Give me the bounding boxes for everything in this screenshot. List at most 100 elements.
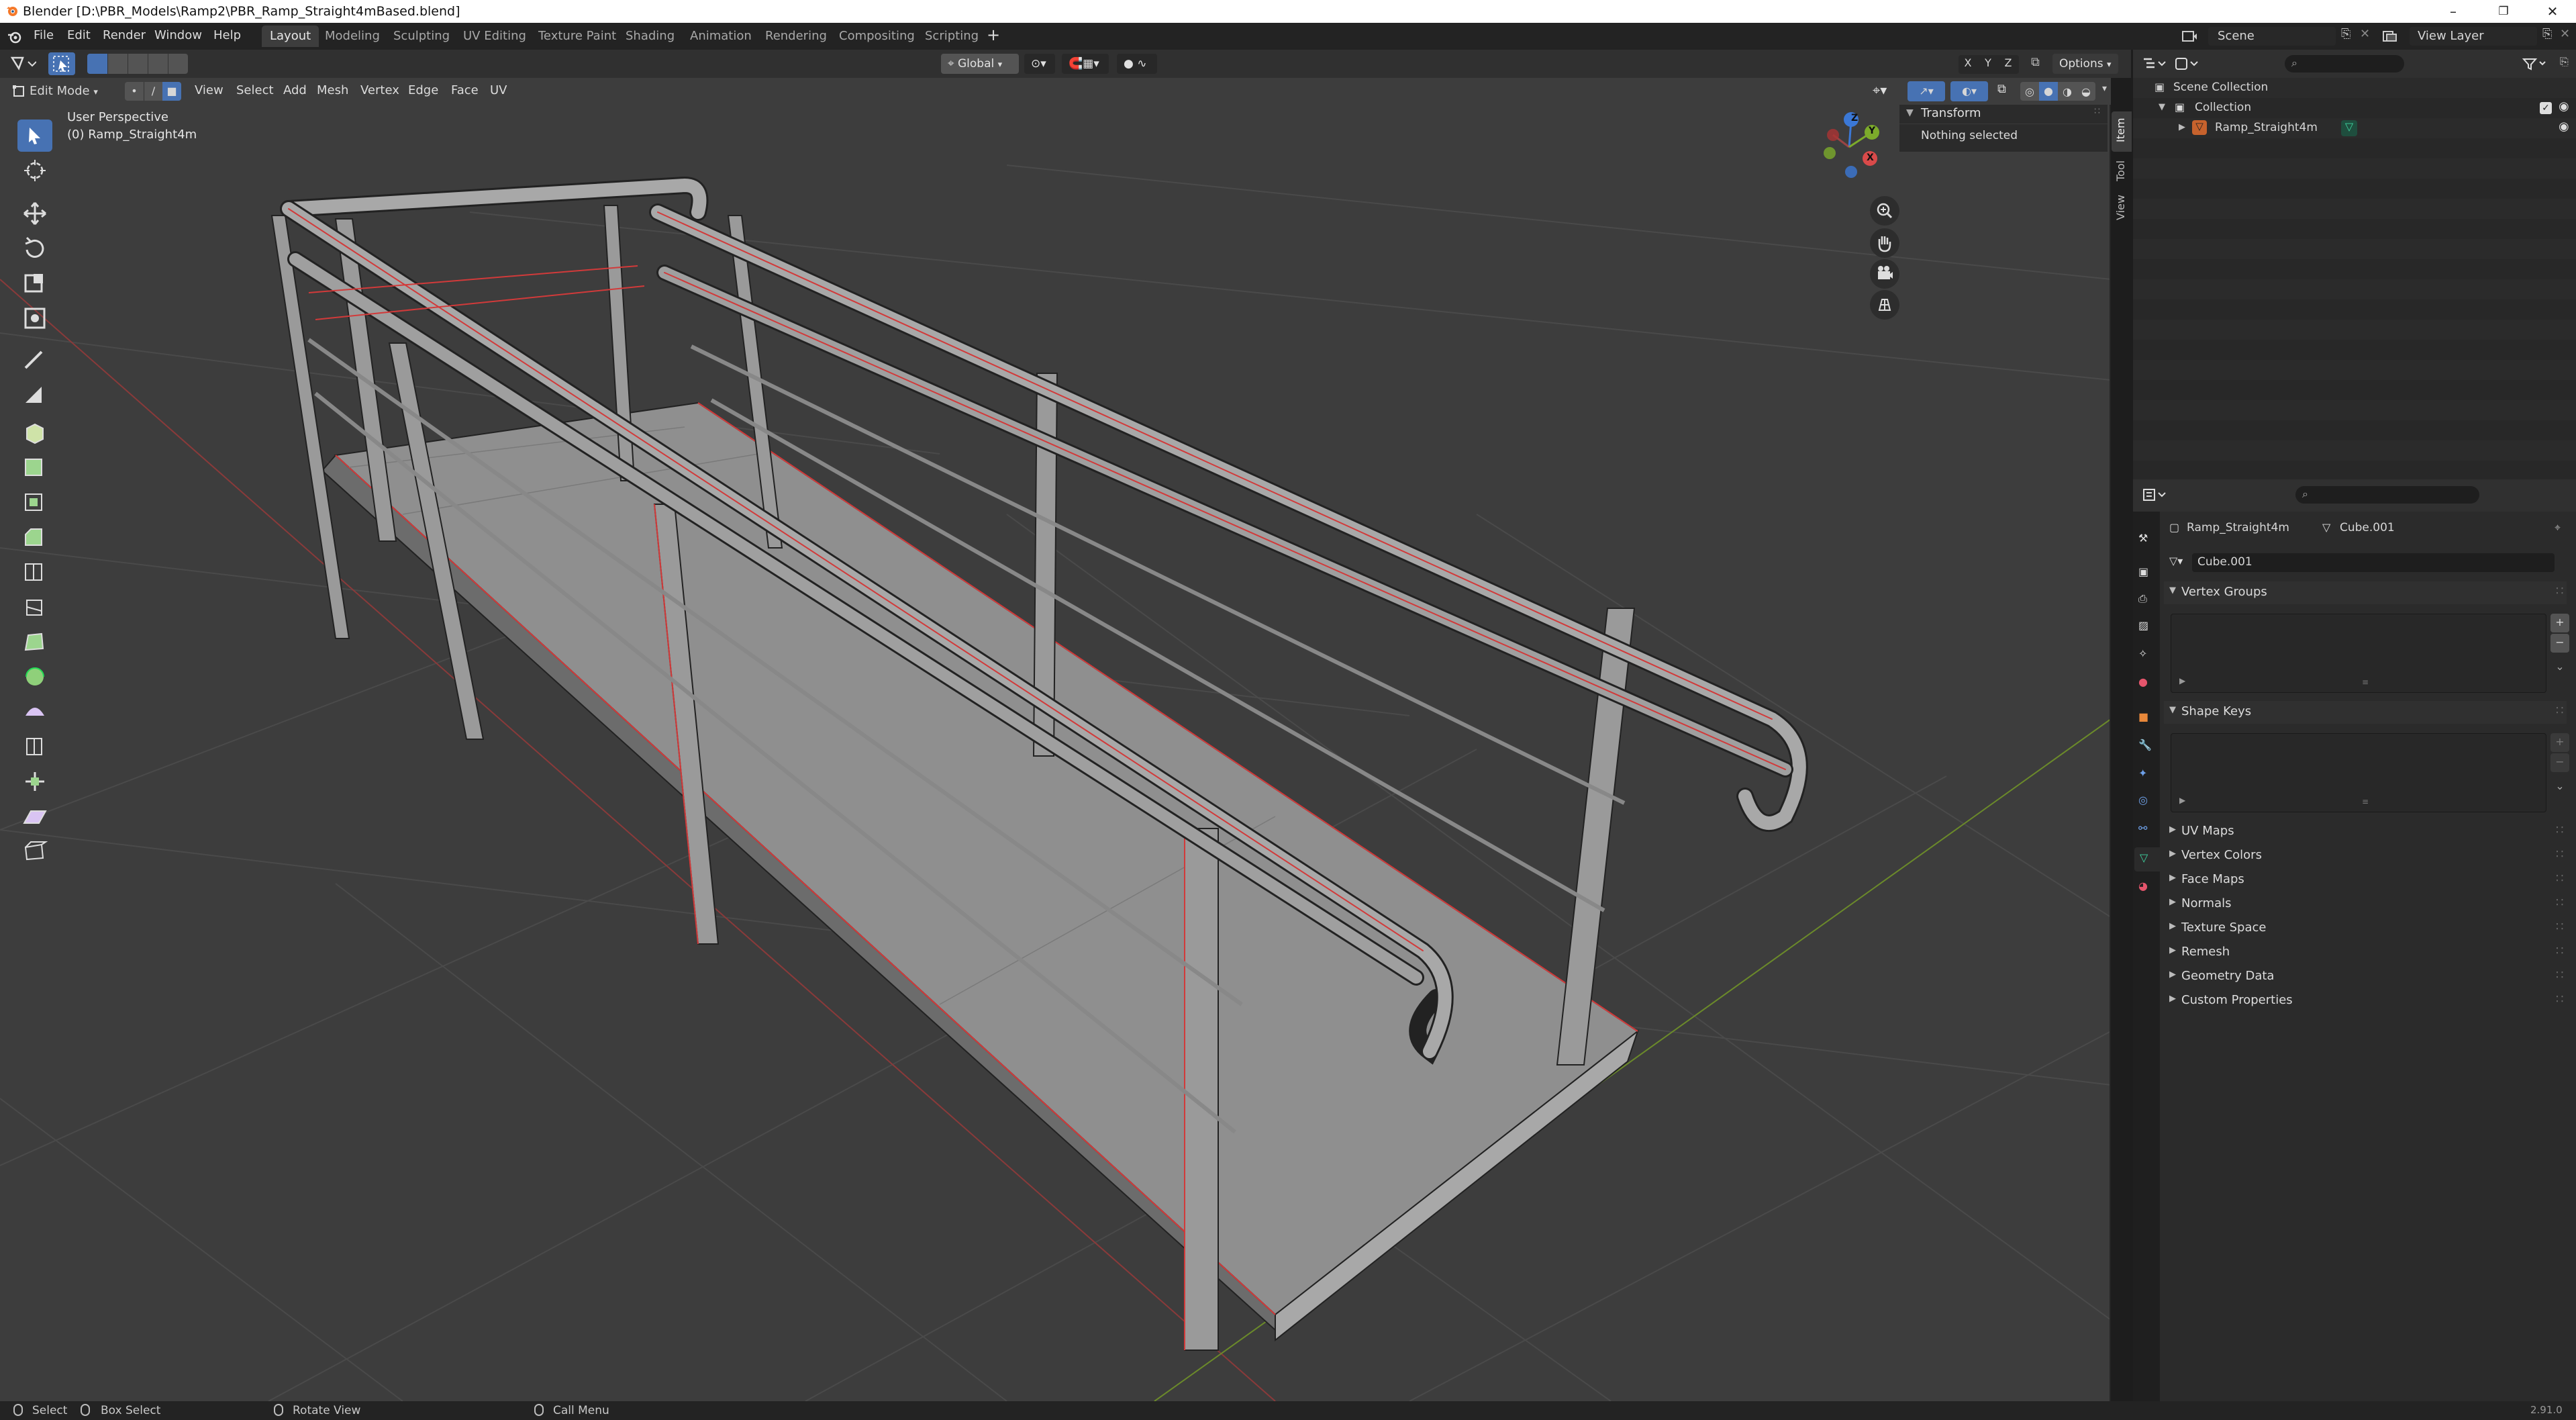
scene-field[interactable]: Scene [2208, 27, 2336, 46]
drag-handle-icon[interactable]: ∷ [2556, 968, 2563, 982]
sidebar-tab-view[interactable]: View [2112, 191, 2132, 224]
tool-shrink-fatten[interactable] [17, 765, 52, 798]
shape-key-specials-icon[interactable]: ⌄ [2550, 777, 2569, 796]
ortho-toggle-button[interactable] [1870, 290, 1899, 320]
intersect-selection-icon[interactable] [168, 54, 188, 74]
material-shading-icon[interactable]: ◑ [2058, 85, 2077, 98]
tool-annotate[interactable] [17, 344, 52, 376]
drag-handle-icon[interactable]: ∷ [2556, 823, 2563, 837]
shape-keys-list[interactable]: ▶ ≡ [2171, 733, 2546, 812]
sidebar-tab-tool[interactable]: Tool [2112, 153, 2132, 187]
transform-panel-header[interactable]: Transform [1921, 106, 1981, 120]
section-face-maps[interactable]: ▶ Face Maps ∷ [2164, 869, 2567, 892]
solid-shading-icon[interactable]: ● [2039, 82, 2058, 101]
tool-loop-cut[interactable] [17, 556, 52, 588]
gizmo-toggle-icon[interactable]: ↗▾ [1908, 81, 1945, 101]
tool-extrude[interactable] [17, 451, 52, 483]
section-uv-maps[interactable]: ▶ UV Maps ∷ [2164, 820, 2567, 843]
outliner-row[interactable]: ▶ ▽ Ramp_Straight4m ▽ ◉ [2133, 118, 2576, 138]
modifier-properties-icon[interactable]: 🔧 [2138, 739, 2152, 751]
expand-arrow-icon[interactable]: ▼ [2159, 102, 2165, 112]
drag-handle-icon[interactable]: ∷ [2556, 920, 2563, 934]
viewport-menu-face[interactable]: Face [451, 83, 479, 97]
section-texture-space[interactable]: ▶ Texture Space ∷ [2164, 917, 2567, 940]
options-dropdown[interactable]: Options ▾ [2052, 54, 2118, 74]
viewport-menu-edge[interactable]: Edge [408, 83, 438, 97]
scene-icon[interactable] [2181, 29, 2197, 44]
scene-properties-icon[interactable]: ✧ [2138, 647, 2147, 660]
mesh-data-tab[interactable]: ▽ [2134, 847, 2160, 871]
panel-drag-handle[interactable]: ∷ [2094, 106, 2100, 117]
tool-spin[interactable] [17, 661, 52, 693]
physics-properties-icon[interactable]: ◎ [2138, 794, 2148, 806]
outliner-search-input[interactable]: ⌕ [2285, 55, 2404, 73]
properties-editor-type-icon[interactable] [2142, 487, 2167, 502]
face-select-icon[interactable]: ■ [162, 82, 181, 101]
tab-uv-editing[interactable]: UV Editing [455, 26, 534, 47]
menu-help[interactable]: Help [213, 28, 241, 42]
tab-texture-paint[interactable]: Texture Paint [530, 26, 624, 47]
tab-animation[interactable]: Animation [682, 26, 760, 47]
drag-handle-icon[interactable]: ∷ [2556, 944, 2563, 958]
visibility-eye-icon[interactable]: ◉ [2559, 120, 2569, 134]
mirror-axis-z[interactable]: Z [1999, 56, 2018, 69]
gizmo-neg-z-icon[interactable] [1845, 166, 1857, 178]
gizmo-neg-y-icon[interactable] [1824, 147, 1836, 159]
viewport-menu-mesh[interactable]: Mesh [317, 83, 348, 97]
drag-handle-icon[interactable]: ∷ [2556, 871, 2563, 886]
panel-collapse-icon[interactable]: ▼ [1906, 107, 1914, 118]
zoom-button[interactable] [1870, 196, 1899, 226]
render-properties-icon[interactable]: ▣ [2138, 565, 2148, 578]
mode-dropdown[interactable]: Edit Mode ▾ [30, 81, 114, 101]
menu-window[interactable]: Window [154, 28, 202, 42]
tool-transform[interactable] [17, 302, 52, 334]
view-layer-field[interactable]: View Layer [2410, 27, 2537, 46]
overlays-toggle-icon[interactable]: ◐▾ [1950, 81, 1988, 101]
outliner-row[interactable]: ▼ ▣ Collection ✓ ◉ [2133, 98, 2576, 118]
tool-rotate[interactable] [17, 232, 52, 265]
menu-edit[interactable]: Edit [67, 28, 91, 42]
pan-button[interactable] [1870, 228, 1899, 258]
vertex-select-icon[interactable]: • [125, 82, 144, 101]
navigation-gizmo[interactable] [1812, 110, 1886, 184]
viewport-menu-select[interactable]: Select [236, 83, 274, 97]
remove-vertex-group-button[interactable]: − [2550, 634, 2569, 653]
world-properties-icon[interactable]: ● [2138, 675, 2148, 688]
filter-icon[interactable] [2521, 56, 2548, 71]
remove-shape-key-button[interactable]: − [2550, 753, 2569, 772]
tab-scripting[interactable]: Scripting [917, 26, 987, 47]
view-layer-properties-icon[interactable]: ▨ [2138, 619, 2148, 632]
drag-handle-icon[interactable]: ∷ [2556, 896, 2563, 910]
subtract-selection-icon[interactable] [128, 54, 148, 74]
add-vertex-group-button[interactable]: + [2550, 614, 2569, 632]
sidebar-tab-item[interactable]: Item [2112, 111, 2132, 152]
drag-handle-icon[interactable]: ∷ [2556, 992, 2563, 1006]
tool-cursor[interactable] [17, 154, 52, 187]
material-properties-icon[interactable]: ◕ [2138, 880, 2148, 892]
mesh-data-icon[interactable]: ▽ [2341, 120, 2357, 136]
display-mode-icon[interactable] [2175, 56, 2199, 71]
drag-handle-icon[interactable]: ∷ [2556, 584, 2563, 598]
viewport-menu-view[interactable]: View [195, 83, 224, 97]
pin-icon[interactable]: ⌖ [2555, 521, 2561, 534]
tool-scale[interactable] [17, 267, 52, 299]
tool-measure[interactable] [17, 379, 52, 411]
tool-add-cube[interactable] [17, 416, 52, 448]
drag-handle-icon[interactable]: ∷ [2556, 704, 2563, 718]
3d-viewport[interactable]: User Perspective (0) Ramp_Straight4m Y X… [0, 78, 2111, 1401]
menu-file[interactable]: File [34, 28, 54, 42]
xray-toggle-icon[interactable]: ⧉ [1997, 82, 2006, 96]
constraints-properties-icon[interactable]: ⚯ [2138, 822, 2147, 835]
mesh-name-field[interactable]: Cube.001 [2192, 553, 2555, 572]
wireframe-shading-icon[interactable]: ◎ [2020, 85, 2039, 98]
close-button[interactable]: ✕ [2529, 0, 2576, 23]
outliner-editor-type-icon[interactable] [2142, 56, 2167, 71]
add-workspace-button[interactable]: + [987, 26, 1000, 44]
mirror-axis-x[interactable]: X [1959, 56, 1977, 69]
section-shape-keys[interactable]: ▼ Shape Keys ∷ [2164, 701, 2567, 724]
particles-properties-icon[interactable]: ✦ [2138, 767, 2147, 779]
outliner-row[interactable]: ▣ Scene Collection [2133, 78, 2576, 98]
output-properties-icon[interactable]: ⎙ [2138, 592, 2147, 606]
delete-view-layer-icon[interactable]: ✕ [2560, 27, 2570, 41]
drag-handle-icon[interactable]: ∷ [2556, 847, 2563, 861]
